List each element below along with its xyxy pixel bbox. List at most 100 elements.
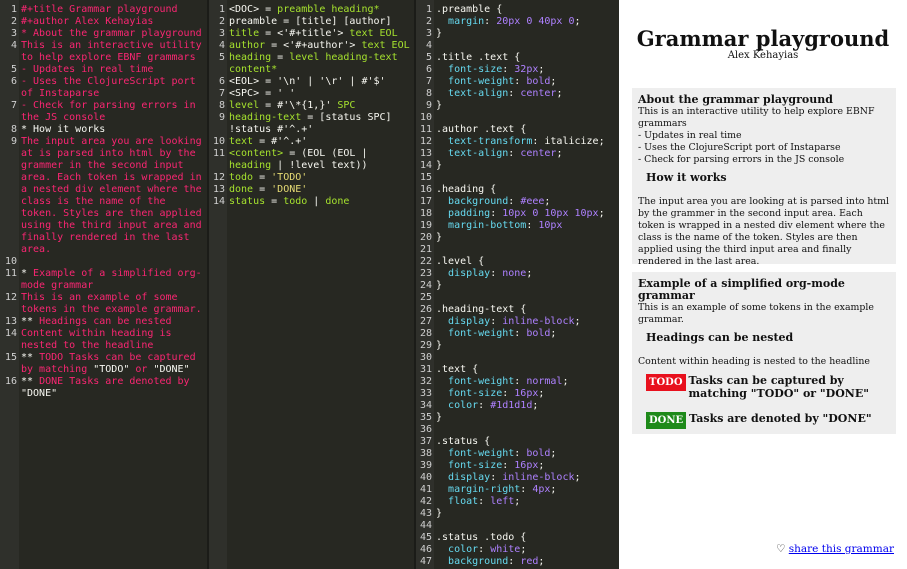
share-link-container: ♡ share this grammar: [776, 543, 894, 555]
subheading: Headings can be nested: [646, 331, 794, 344]
code-text: level = #'\*{1,}' SPC: [229, 100, 356, 111]
code-line: 14 Content within heading is nested to th…: [0, 328, 207, 352]
grammar-source-editor[interactable]: 1 #+title Grammar playground 2 #+author Ale…: [0, 0, 207, 569]
code-line: 18 padding: 10px 0 10px 10px;: [416, 208, 619, 220]
code-line: 25: [416, 292, 619, 304]
line-number: 19: [419, 220, 432, 231]
done-task: DONE Tasks are denoted by "DONE": [638, 412, 890, 429]
code-line: 35}: [416, 412, 619, 424]
line-number: 35: [419, 412, 432, 423]
code-text: font-weight: bold;: [448, 76, 557, 87]
line-number: 9: [425, 100, 432, 111]
code-line: 15 ** TODO Tasks can be captured by match…: [0, 352, 207, 376]
section-heading: About the grammar playground: [638, 93, 833, 106]
code-line: 30: [416, 352, 619, 364]
bullet-item: - Check for parsing errors in the JS con…: [638, 154, 845, 165]
code-text: - Check for parsing errors in the JS con…: [21, 100, 202, 123]
css-editor[interactable]: 1 .preamble {2 margin: 20px 0 40px 0; 3} 4 5…: [416, 0, 619, 569]
code-line: 4 This is an interactive utility to help …: [0, 40, 207, 64]
code-text: }: [436, 28, 443, 39]
code-text: padding: 10px 0 10px 10px;: [448, 208, 605, 219]
code-line: 7 font-weight: bold;: [416, 76, 619, 88]
code-line: 9}: [416, 100, 619, 112]
code-line: 4 author = <'#+author'> text EOL: [209, 40, 414, 52]
line-number: 44: [419, 520, 432, 531]
preview-section-about: About the grammar playground This is an …: [632, 88, 896, 267]
code-line: 13 done = 'DONE': [209, 184, 414, 196]
code-text: * How it works: [21, 124, 106, 135]
code-text: color: #1d1d1d;: [448, 400, 539, 411]
code-line: 45 .status .todo {: [416, 532, 619, 544]
code-line: 8 text-align: center;: [416, 88, 619, 100]
code-text: title = <'#+title'> text EOL: [229, 28, 398, 39]
code-line: 1 <DOC> = preamble heading*: [209, 4, 414, 16]
code-line: 14 status = todo | done: [209, 196, 414, 208]
code-line: 42 float: left;: [416, 496, 619, 508]
code-line: 2 margin: 20px 0 40px 0;: [416, 16, 619, 28]
code-line: 39 font-size: 16px;: [416, 460, 619, 472]
code-text: display: none;: [448, 268, 533, 279]
line-number: 9: [218, 112, 225, 123]
section-intro: This is an interactive utility to help e…: [638, 106, 875, 129]
code-text: preamble = [title] [author]: [229, 16, 392, 27]
code-line: 9 The input area you are looking at is pa…: [0, 136, 207, 256]
code-line: 27 display: inline-block;: [416, 316, 619, 328]
line-number: 38: [419, 448, 432, 459]
code-text: status = todo | done: [229, 196, 350, 207]
code-text: .status .todo {: [436, 532, 527, 543]
share-link[interactable]: share this grammar: [789, 543, 894, 555]
code-text: .author .text {: [436, 124, 527, 135]
code-text: ** Headings can be nested: [21, 316, 172, 327]
heading-content: Content within heading is nested to the …: [638, 356, 870, 367]
code-text: text-align: center;: [448, 148, 563, 159]
section-intro: This is an example of some tokens in the…: [638, 302, 874, 325]
line-number: 34: [419, 400, 432, 411]
line-number: 26: [419, 304, 432, 315]
code-line: 15: [416, 172, 619, 184]
code-text: }: [436, 160, 443, 171]
code-text: .status {: [436, 436, 491, 447]
code-text: text-transform: italicize;: [448, 136, 605, 147]
code-text: The input area you are looking at is par…: [21, 136, 202, 255]
code-text: font-weight: normal;: [448, 376, 569, 387]
preview-author: Alex Kehayias: [727, 50, 799, 61]
code-text: margin-bottom: 10px: [448, 220, 563, 231]
code-line: 1 #+title Grammar playground: [0, 4, 207, 16]
line-number: 18: [419, 208, 432, 219]
line-number: 13: [4, 316, 17, 327]
code-line: 4: [416, 40, 619, 52]
line-number: 5: [10, 64, 17, 75]
code-text: display: inline-block;: [448, 316, 581, 327]
section-body: The input area you are looking at is par…: [638, 196, 890, 267]
code-line: 1 .preamble {: [416, 4, 619, 16]
done-badge: DONE: [646, 412, 687, 429]
todo-badge: TODO: [646, 374, 686, 391]
code-text: #+author Alex Kehayias: [21, 16, 154, 27]
line-number: 15: [4, 352, 17, 363]
line-number: 1: [10, 4, 17, 15]
line-number: 12: [4, 292, 17, 303]
code-line: 40 display: inline-block;: [416, 472, 619, 484]
line-number: 9: [10, 136, 17, 147]
line-number: 43: [419, 508, 432, 519]
line-number: 20: [419, 232, 432, 243]
code-line: 10: [0, 256, 207, 268]
code-line: 16 .heading {: [416, 184, 619, 196]
subheading: How it works: [646, 171, 727, 184]
line-number: 22: [419, 256, 432, 267]
code-line: 5 heading = level heading-text content*: [209, 52, 414, 76]
code-line: 5 .title .text {: [416, 52, 619, 64]
line-number: 42: [419, 496, 432, 507]
code-line: 23 display: none;: [416, 268, 619, 280]
line-number: 1: [218, 4, 225, 15]
code-text: .title .text {: [436, 52, 521, 63]
line-number: 29: [419, 340, 432, 351]
code-text: .heading-text {: [436, 304, 527, 315]
code-text: <DOC> = preamble heading*: [229, 4, 380, 15]
grammar-rules-editor[interactable]: 1 <DOC> = preamble heading* 2 preamble = [t…: [209, 0, 414, 569]
code-line: 22 .level {: [416, 256, 619, 268]
